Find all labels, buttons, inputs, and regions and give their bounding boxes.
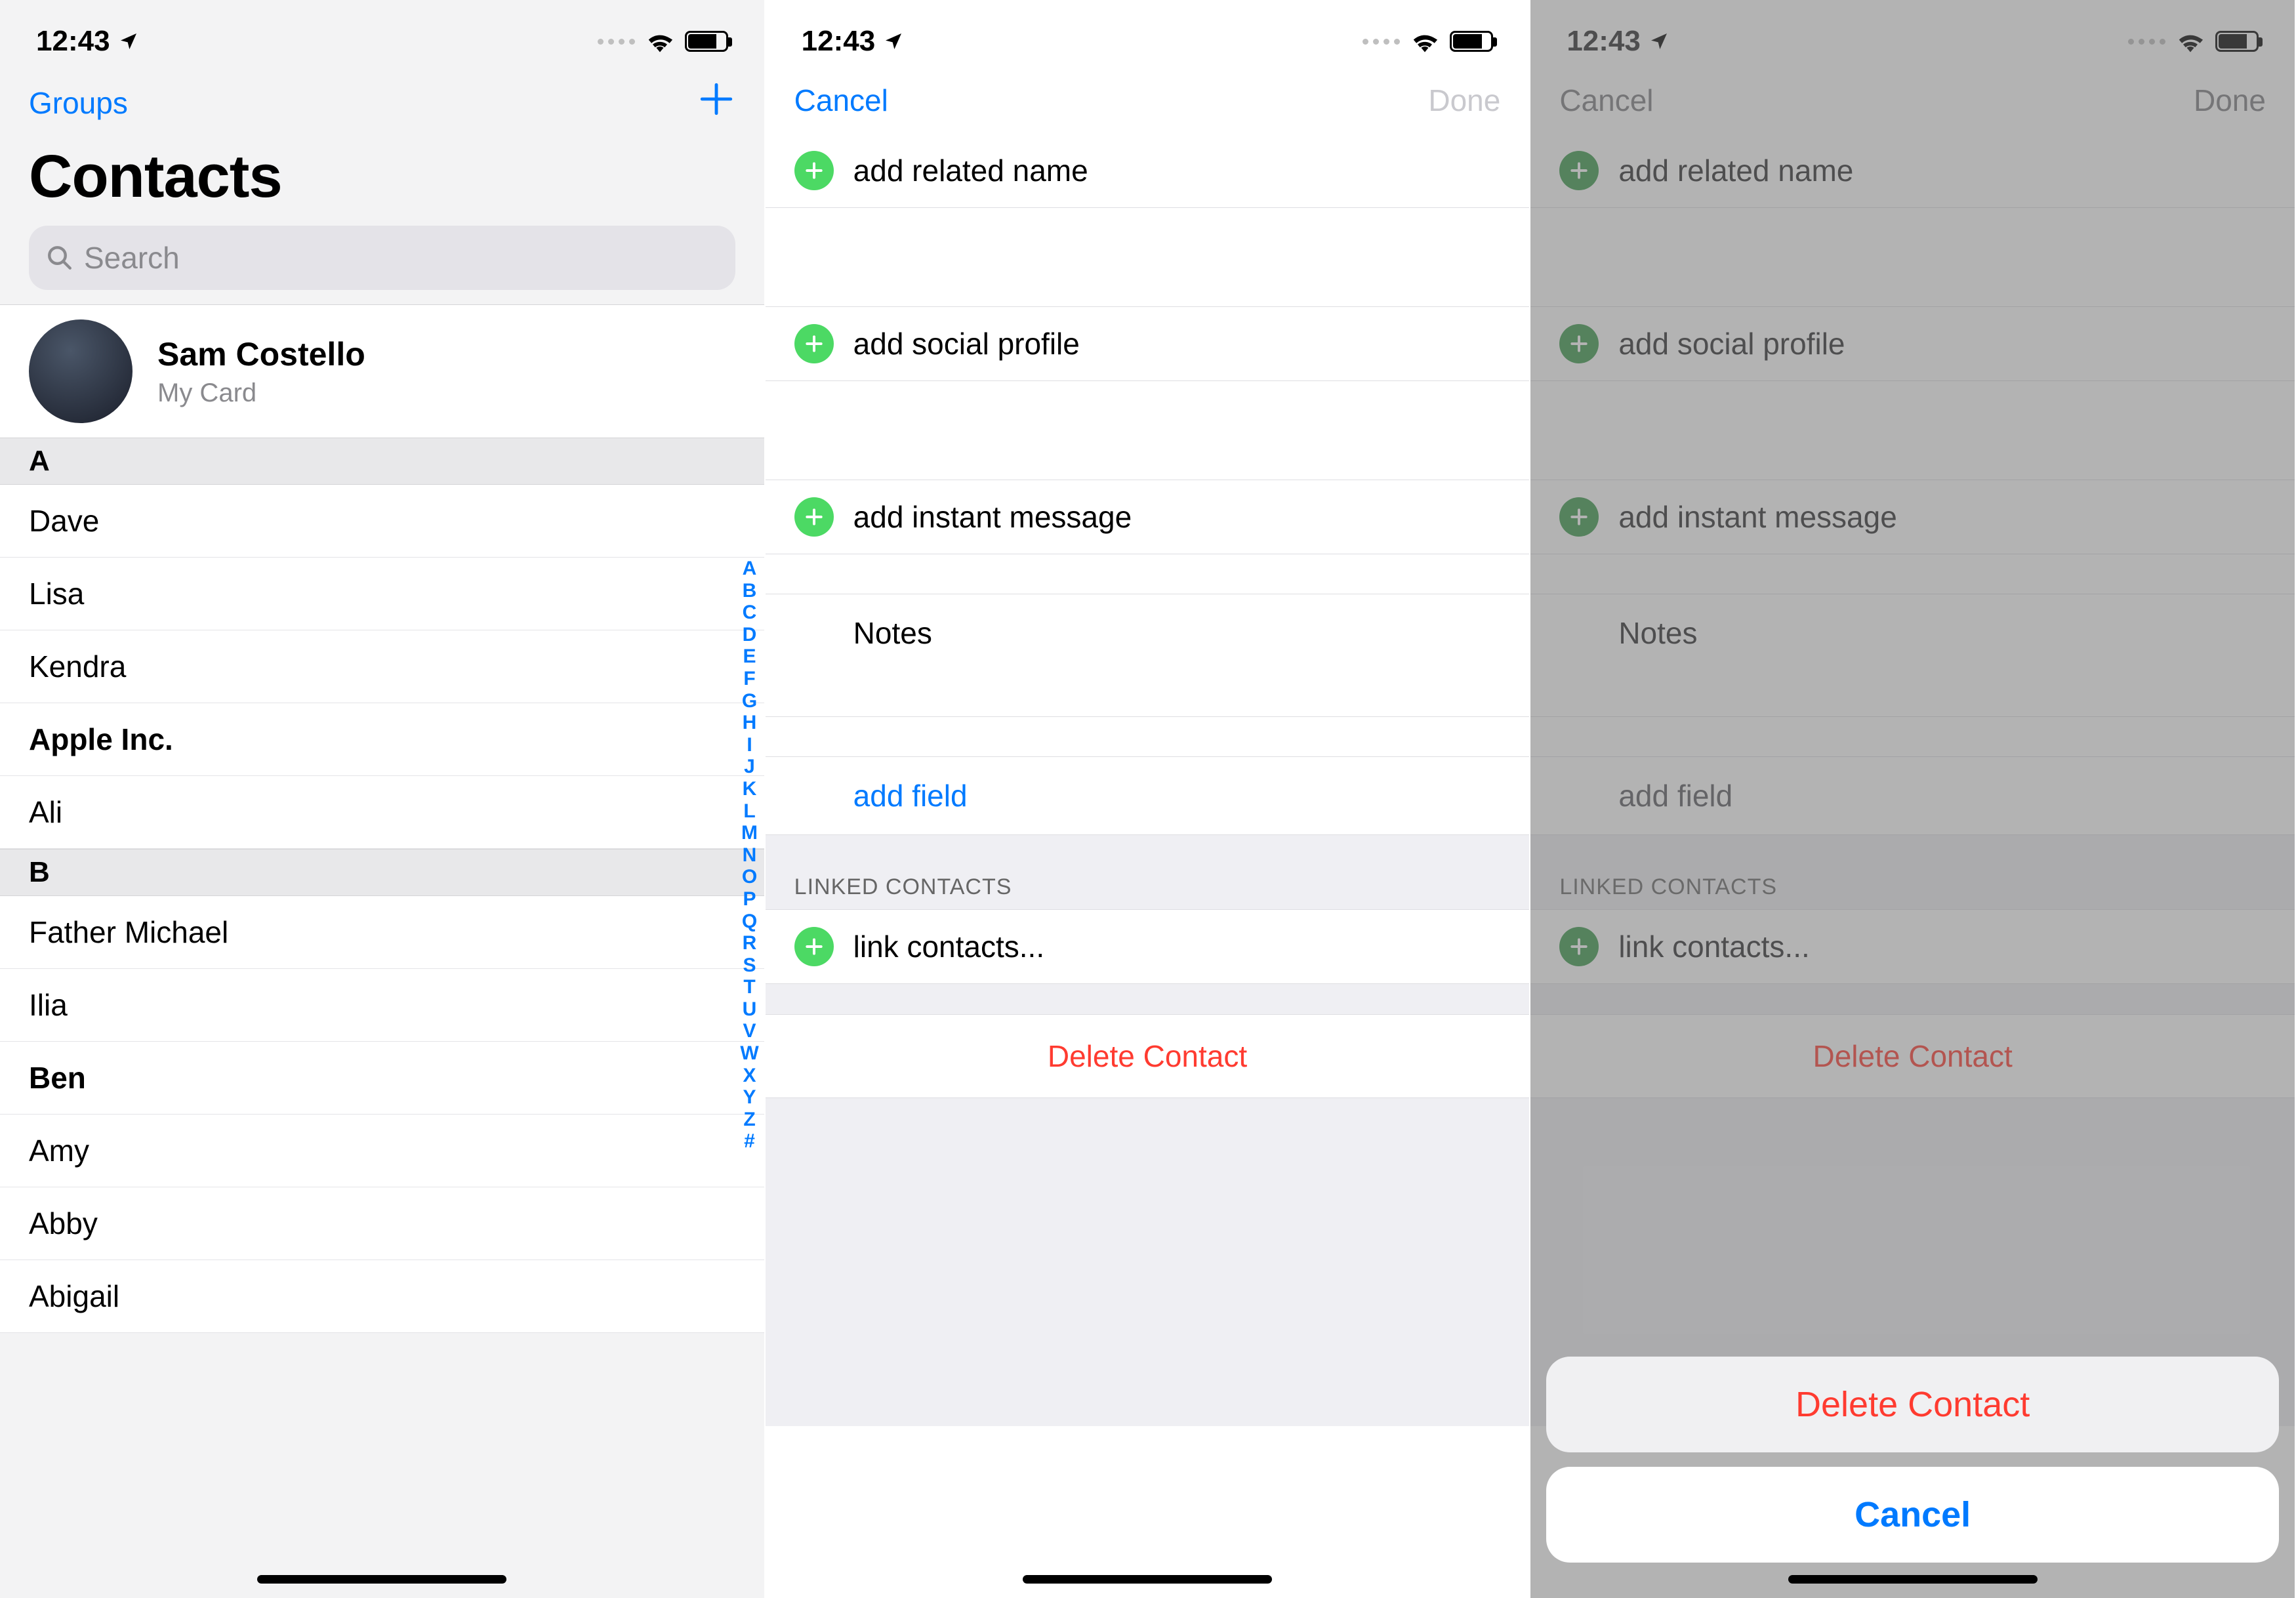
status-time: 12:43 — [802, 25, 876, 58]
section-header: A — [0, 438, 764, 485]
index-letter[interactable]: G — [742, 690, 757, 712]
plus-circle-icon — [794, 497, 834, 537]
contact-row[interactable]: Ali — [0, 776, 764, 849]
sheet-cancel-button[interactable]: Cancel — [1546, 1467, 2279, 1563]
avatar — [29, 319, 133, 423]
contact-row[interactable]: Amy — [0, 1115, 764, 1187]
index-letter[interactable]: Q — [742, 911, 757, 933]
index-letter[interactable]: L — [743, 800, 755, 823]
action-sheet: Delete Contact Cancel — [1546, 1357, 2279, 1563]
status-bar: 12:43 — [766, 0, 1530, 72]
contact-row[interactable]: Father Michael — [0, 896, 764, 969]
my-card-row[interactable]: Sam Costello My Card — [0, 304, 764, 438]
add-instant-message-row[interactable]: add instant message — [766, 480, 1530, 554]
index-letter[interactable]: N — [743, 844, 757, 867]
wifi-icon — [646, 30, 674, 52]
home-indicator[interactable] — [1788, 1575, 2038, 1584]
groups-button[interactable]: Groups — [29, 85, 128, 121]
index-letter[interactable]: D — [743, 624, 757, 646]
my-card-sub: My Card — [157, 379, 365, 408]
cell-dots-icon — [1363, 39, 1400, 45]
battery-icon — [1450, 31, 1493, 52]
add-field-button[interactable]: add field — [766, 756, 1530, 835]
my-card-name: Sam Costello — [157, 335, 365, 373]
index-letter[interactable]: I — [747, 734, 752, 756]
sheet-delete-button[interactable]: Delete Contact — [1546, 1357, 2279, 1452]
home-indicator[interactable] — [1023, 1575, 1272, 1584]
add-im-label: add instant message — [853, 499, 1132, 535]
index-letter[interactable]: S — [743, 954, 756, 977]
plus-circle-icon — [794, 151, 834, 190]
search-icon — [46, 244, 73, 272]
index-letter[interactable]: V — [743, 1020, 756, 1042]
linked-contacts-header: LINKED CONTACTS — [766, 835, 1530, 909]
notes-field[interactable]: Notes — [766, 594, 1530, 717]
index-letter[interactable]: Z — [743, 1109, 755, 1131]
index-letter[interactable]: P — [743, 888, 756, 911]
index-letter[interactable]: W — [740, 1042, 758, 1065]
contacts-list-screen: 12:43 Groups Contacts Search Sam Costell… — [0, 0, 766, 1598]
delete-confirm-screen: 12:43 Cancel Done add related name add s… — [1530, 0, 2296, 1598]
index-letter[interactable]: K — [743, 778, 757, 800]
index-letter[interactable]: T — [743, 976, 755, 998]
contact-row[interactable]: Abby — [0, 1187, 764, 1260]
index-letter[interactable]: H — [743, 712, 757, 734]
alphabet-index[interactable]: ABCDEFGHIJKLMNOPQRSTUVWXYZ# — [740, 558, 758, 1153]
link-contacts-label: link contacts... — [853, 929, 1044, 964]
index-letter[interactable]: B — [743, 580, 757, 602]
index-letter[interactable]: J — [744, 756, 755, 778]
contact-row[interactable]: Dave — [0, 485, 764, 558]
section-header: B — [0, 849, 764, 896]
battery-icon — [685, 31, 728, 52]
status-time: 12:43 — [36, 25, 110, 58]
cell-dots-icon — [598, 39, 635, 45]
add-contact-button[interactable] — [697, 80, 735, 125]
index-letter[interactable]: M — [741, 822, 758, 844]
edit-contact-screen: 12:43 Cancel Done add related name add s… — [766, 0, 1531, 1598]
index-letter[interactable]: R — [743, 932, 757, 954]
add-related-label: add related name — [853, 153, 1088, 188]
index-letter[interactable]: Y — [743, 1086, 756, 1109]
cancel-button[interactable]: Cancel — [794, 83, 888, 118]
plus-icon — [697, 80, 735, 118]
contact-row[interactable]: Ben — [0, 1042, 764, 1115]
add-related-name-row[interactable]: add related name — [766, 134, 1530, 208]
contact-row[interactable]: Lisa — [0, 558, 764, 630]
status-bar: 12:43 — [0, 0, 764, 72]
wifi-icon — [1410, 30, 1439, 52]
contact-row[interactable]: Apple Inc. — [0, 703, 764, 776]
plus-circle-icon — [794, 324, 834, 363]
plus-circle-icon — [794, 927, 834, 966]
delete-contact-button[interactable]: Delete Contact — [766, 1014, 1530, 1098]
add-social-profile-row[interactable]: add social profile — [766, 306, 1530, 381]
index-letter[interactable]: U — [743, 998, 757, 1021]
link-contacts-row[interactable]: link contacts... — [766, 909, 1530, 984]
index-letter[interactable]: F — [743, 668, 755, 690]
contact-row[interactable]: Kendra — [0, 630, 764, 703]
index-letter[interactable]: O — [742, 866, 757, 888]
add-social-label: add social profile — [853, 326, 1080, 361]
page-title: Contacts — [0, 129, 764, 219]
done-button[interactable]: Done — [1428, 83, 1500, 118]
index-letter[interactable]: # — [744, 1130, 755, 1153]
index-letter[interactable]: A — [743, 558, 757, 580]
index-letter[interactable]: E — [743, 645, 756, 668]
search-placeholder: Search — [84, 240, 180, 276]
home-indicator[interactable] — [257, 1575, 506, 1584]
location-arrow-icon — [118, 31, 139, 52]
contact-row[interactable]: Abigail — [0, 1260, 764, 1333]
contact-row[interactable]: Ilia — [0, 969, 764, 1042]
location-arrow-icon — [883, 31, 904, 52]
index-letter[interactable]: X — [743, 1065, 756, 1087]
search-input[interactable]: Search — [29, 226, 735, 290]
index-letter[interactable]: C — [743, 602, 757, 624]
